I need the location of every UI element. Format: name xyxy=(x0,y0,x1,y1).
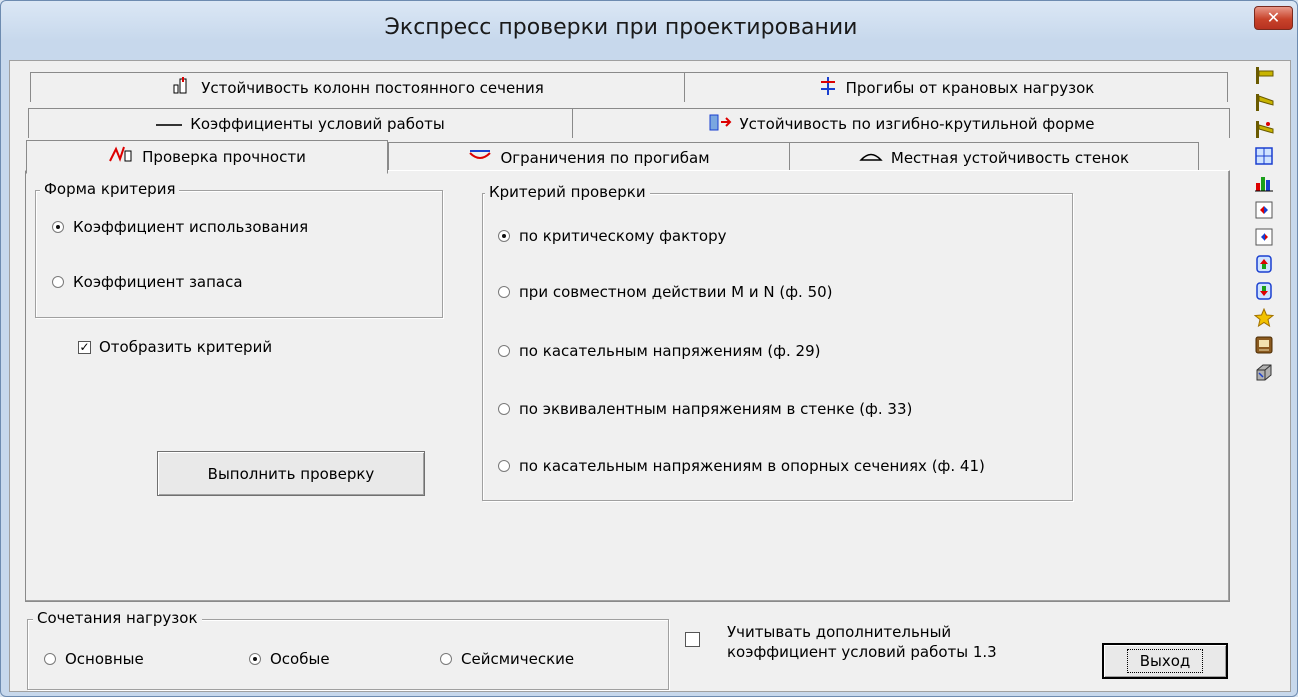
chart-icon xyxy=(1255,177,1273,192)
tab-strength-check[interactable]: Проверка прочности xyxy=(26,140,388,174)
toolbar-grid-button[interactable] xyxy=(1253,145,1275,167)
beam-sloped-icon xyxy=(1256,94,1274,111)
section-down-icon xyxy=(1256,282,1272,300)
toolbar-beam-load-button[interactable] xyxy=(1253,118,1275,140)
radio-safety-coefficient[interactable]: Коэффициент запаса xyxy=(52,273,243,291)
radio-dot xyxy=(498,460,510,472)
toolbar-report-button[interactable] xyxy=(1253,334,1275,356)
criterion-form-group xyxy=(35,190,443,318)
torsion-icon xyxy=(708,112,732,136)
radio-combined-mn[interactable]: при совместном действии M и N (ф. 50) xyxy=(498,283,833,301)
crane-deflection-icon xyxy=(818,76,838,100)
tab-crane-deflection[interactable]: Прогибы от крановых нагрузок xyxy=(684,72,1228,102)
load-combinations-legend: Сочетания нагрузок xyxy=(33,609,202,627)
web-stability-icon xyxy=(859,149,883,167)
report-icon xyxy=(1255,336,1273,354)
settings-icon xyxy=(1256,364,1272,381)
radio-dot xyxy=(498,230,510,242)
tab-work-conditions[interactable]: Коэффициенты условий работы xyxy=(28,108,573,138)
beam-icon xyxy=(1256,67,1274,84)
title-bar: Экспресс проверки при проектировании xyxy=(1,1,1297,59)
tab-web-stability[interactable]: Местная устойчивость стенок xyxy=(789,142,1199,172)
star-icon xyxy=(1254,308,1274,328)
deflection-icon xyxy=(468,147,492,169)
radio-support-shear[interactable]: по касательным напряжениям в опорных сеч… xyxy=(498,457,985,475)
exit-button[interactable]: Выход xyxy=(1102,643,1228,679)
toolbar-beam-button[interactable] xyxy=(1253,64,1275,86)
radio-dot xyxy=(498,286,510,298)
criterion-form-legend: Форма критерия xyxy=(40,180,180,198)
strength-icon xyxy=(108,145,134,169)
radio-dot xyxy=(52,276,64,288)
radio-critical-factor[interactable]: по критическому фактору xyxy=(498,227,727,245)
radio-special-loads[interactable]: Особые xyxy=(249,650,330,668)
tab-torsional-stability[interactable]: Устойчивость по изгибно-крутильной форме xyxy=(572,108,1230,138)
radio-dot xyxy=(498,403,510,415)
toolbar-section-up-button[interactable] xyxy=(1253,253,1275,275)
radio-seismic-loads[interactable]: Сейсмические xyxy=(440,650,574,668)
toolbar-section-right-button[interactable] xyxy=(1253,226,1275,248)
line-icon xyxy=(156,115,183,133)
section-left-icon xyxy=(1255,201,1273,219)
run-check-button[interactable]: Выполнить проверку xyxy=(157,451,425,496)
radio-dot xyxy=(52,221,64,233)
check-criterion-legend: Критерий проверки xyxy=(485,183,650,201)
close-icon: ✕ xyxy=(1266,8,1281,27)
toolbar-beam-sloped-button[interactable] xyxy=(1253,91,1275,113)
extra-coefficient-checkbox[interactable] xyxy=(685,632,700,647)
right-toolbar xyxy=(1253,64,1277,388)
tab-column-stability[interactable]: Устойчивость колонн постоянного сечения xyxy=(30,72,685,102)
radio-basic-loads[interactable]: Основные xyxy=(44,650,144,668)
toolbar-settings-button[interactable] xyxy=(1253,361,1275,383)
tab-deflection-limits[interactable]: Ограничения по прогибам xyxy=(388,142,790,172)
toolbar-chart-button[interactable] xyxy=(1253,172,1275,194)
radio-dot xyxy=(44,653,56,665)
grid-icon xyxy=(1255,147,1273,165)
toolbar-star-button[interactable] xyxy=(1253,307,1275,329)
radio-equivalent-stress[interactable]: по эквивалентным напряжениям в стенке (ф… xyxy=(498,400,912,418)
show-criterion-checkbox[interactable]: ✓ Отобразить критерий xyxy=(78,338,272,356)
radio-utilization-coefficient[interactable]: Коэффициент использования xyxy=(52,218,308,236)
window-title: Экспресс проверки при проектировании xyxy=(384,15,858,40)
radio-dot xyxy=(440,653,452,665)
beam-load-icon xyxy=(1256,121,1274,138)
toolbar-section-left-button[interactable] xyxy=(1253,199,1275,221)
close-button[interactable]: ✕ xyxy=(1254,6,1293,30)
column-stability-icon xyxy=(171,76,193,99)
section-right-icon xyxy=(1255,228,1273,246)
radio-dot xyxy=(249,653,261,665)
section-up-icon xyxy=(1256,255,1272,273)
radio-shear-stress[interactable]: по касательным напряжениям (ф. 29) xyxy=(498,342,820,360)
radio-dot xyxy=(498,345,510,357)
extra-coefficient-label: Учитывать дополнительный коэффициент усл… xyxy=(727,623,997,661)
checkbox-box: ✓ xyxy=(78,339,91,354)
toolbar-section-down-button[interactable] xyxy=(1253,280,1275,302)
